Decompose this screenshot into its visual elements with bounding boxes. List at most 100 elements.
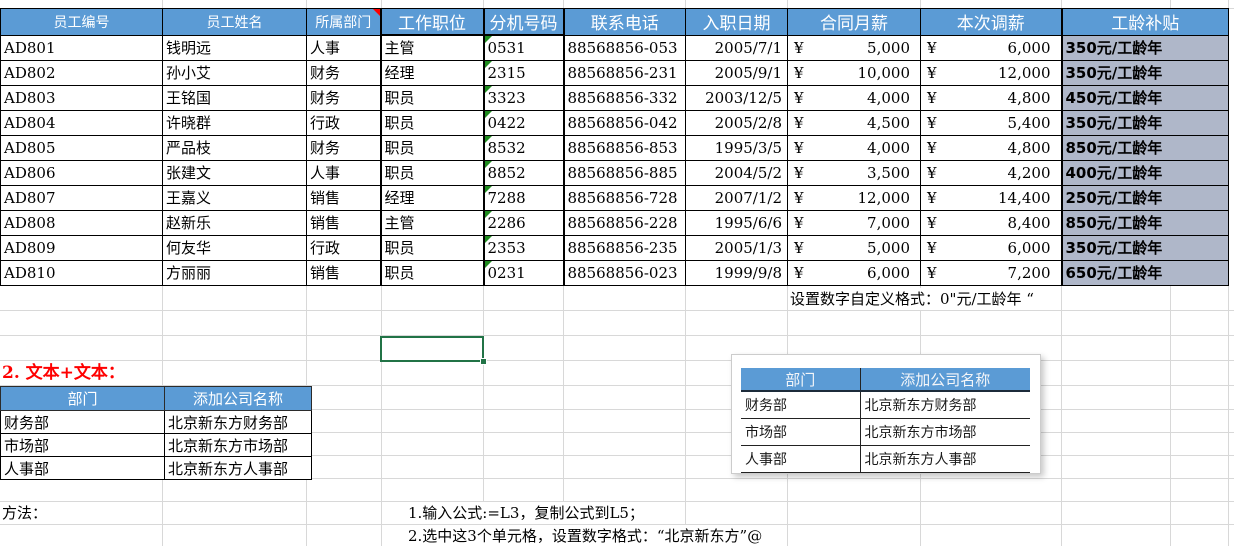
cell-employee-id[interactable]: AD801 — [0, 34, 163, 61]
cell-employee-name[interactable]: 方丽丽 — [162, 259, 307, 286]
cell-department[interactable]: 行政 — [306, 234, 381, 261]
cell-department[interactable]: 销售 — [306, 184, 381, 211]
cell-department[interactable]: 财务部 — [0, 410, 165, 434]
col-header-allowance[interactable]: 工龄补贴 — [1060, 8, 1229, 36]
col-header[interactable]: 部门 — [741, 368, 860, 392]
cell-department[interactable]: 财务 — [306, 59, 381, 86]
cell-employee-id[interactable]: AD804 — [0, 109, 163, 136]
cell-employee-name[interactable]: 钱明远 — [162, 34, 307, 61]
cell-contract-salary[interactable]: ¥5,000 — [787, 234, 921, 261]
cell-company-name[interactable]: 北京新东方市场部 — [164, 433, 312, 457]
cell-adjusted-salary[interactable]: ¥14,400 — [920, 184, 1062, 211]
cell-department[interactable]: 财务部 — [741, 391, 860, 419]
cell-adjusted-salary[interactable]: ¥12,000 — [920, 59, 1062, 86]
cell-hire-date[interactable]: 1995/3/5 — [685, 134, 788, 161]
col-header-ext[interactable]: 分机号码 — [482, 8, 564, 36]
cell-employee-id[interactable]: AD803 — [0, 84, 163, 111]
col-header[interactable]: 添加公司名称 — [164, 386, 312, 411]
cell-extension[interactable]: 2286 — [482, 209, 564, 236]
cell-employee-id[interactable]: AD806 — [0, 159, 163, 186]
cell-company-name[interactable]: 北京新东方市场部 — [859, 418, 1030, 446]
cell-seniority-allowance[interactable]: 850元/工龄年 — [1060, 134, 1229, 161]
fill-handle[interactable] — [480, 358, 487, 365]
cell-employee-name[interactable]: 许晓群 — [162, 109, 307, 136]
cell-contract-salary[interactable]: ¥4,000 — [787, 84, 921, 111]
cell-extension[interactable]: 2315 — [482, 59, 564, 86]
cell-contract-salary[interactable]: ¥4,000 — [787, 134, 921, 161]
cell-adjusted-salary[interactable]: ¥4,800 — [920, 84, 1062, 111]
format-note-cell[interactable]: 设置数字自定义格式：0"元/工龄年 “ — [790, 288, 1039, 310]
cell-extension[interactable]: 0231 — [482, 259, 564, 286]
cell-extension[interactable]: 2353 — [482, 234, 564, 261]
cell-adjusted-salary[interactable]: ¥5,400 — [920, 109, 1062, 136]
section2-heading[interactable]: 2. 文本+文本： — [2, 361, 130, 385]
cell-phone[interactable]: 88568856-885 — [562, 159, 686, 186]
cell-seniority-allowance[interactable]: 350元/工龄年 — [1060, 109, 1229, 136]
cell-phone[interactable]: 88568856-332 — [562, 84, 686, 111]
cell-seniority-allowance[interactable]: 350元/工龄年 — [1060, 59, 1229, 86]
col-header-dept[interactable]: 所属部门 — [306, 8, 381, 36]
selected-cell[interactable] — [380, 336, 487, 365]
cell-adjusted-salary[interactable]: ¥6,000 — [920, 234, 1062, 261]
cell-seniority-allowance[interactable]: 350元/工龄年 — [1060, 34, 1229, 61]
cell-position[interactable]: 职员 — [379, 109, 484, 136]
cell-employee-name[interactable]: 孙小艾 — [162, 59, 307, 86]
cell-phone[interactable]: 88568856-235 — [562, 234, 686, 261]
cell-employee-id[interactable]: AD808 — [0, 209, 163, 236]
cell-company-name[interactable]: 北京新东方人事部 — [164, 456, 312, 480]
cell-hire-date[interactable]: 1999/9/8 — [685, 259, 788, 286]
cell-company-name[interactable]: 北京新东方财务部 — [164, 410, 312, 434]
cell-phone[interactable]: 88568856-053 — [562, 34, 686, 61]
cell-phone[interactable]: 88568856-231 — [562, 59, 686, 86]
cell-hire-date[interactable]: 2005/9/1 — [685, 59, 788, 86]
cell-employee-name[interactable]: 张建文 — [162, 159, 307, 186]
cell-contract-salary[interactable]: ¥6,000 — [787, 259, 921, 286]
cell-hire-date[interactable]: 2007/1/2 — [685, 184, 788, 211]
col-header-position[interactable]: 工作职位 — [379, 8, 484, 36]
cell-department[interactable]: 财务 — [306, 134, 381, 161]
cell-position[interactable]: 职员 — [379, 159, 484, 186]
cell-hire-date[interactable]: 2004/5/2 — [685, 159, 788, 186]
cell-phone[interactable]: 88568856-728 — [562, 184, 686, 211]
col-header[interactable]: 添加公司名称 — [859, 368, 1030, 392]
cell-seniority-allowance[interactable]: 850元/工龄年 — [1060, 209, 1229, 236]
cell-department[interactable]: 销售 — [306, 209, 381, 236]
cell-department[interactable]: 财务 — [306, 84, 381, 111]
cell-employee-name[interactable]: 严品枝 — [162, 134, 307, 161]
cell-employee-name[interactable]: 赵新乐 — [162, 209, 307, 236]
col-header-id[interactable]: 员工编号 — [0, 8, 163, 36]
cell-seniority-allowance[interactable]: 350元/工龄年 — [1060, 234, 1229, 261]
cell-seniority-allowance[interactable]: 400元/工龄年 — [1060, 159, 1229, 186]
cell-employee-name[interactable]: 王铭国 — [162, 84, 307, 111]
cell-department[interactable]: 行政 — [306, 109, 381, 136]
method-step1-cell[interactable]: 1.输入公式:=L3，复制公式到L5； — [408, 502, 649, 524]
cell-contract-salary[interactable]: ¥3,500 — [787, 159, 921, 186]
cell-position[interactable]: 职员 — [379, 259, 484, 286]
cell-contract-salary[interactable]: ¥12,000 — [787, 184, 921, 211]
cell-contract-salary[interactable]: ¥10,000 — [787, 59, 921, 86]
col-header-name[interactable]: 员工姓名 — [162, 8, 307, 36]
cell-employee-name[interactable]: 何友华 — [162, 234, 307, 261]
cell-extension[interactable]: 8852 — [482, 159, 564, 186]
cell-adjusted-salary[interactable]: ¥8,400 — [920, 209, 1062, 236]
cell-company-name[interactable]: 北京新东方财务部 — [859, 391, 1030, 419]
pasted-table-image[interactable]: 部门 添加公司名称 财务部 北京新东方财务部 市场部 北京新东方市场部 人事部 北京新东方人… — [731, 354, 1041, 474]
col-header-hire_date[interactable]: 入职日期 — [685, 8, 788, 36]
cell-department[interactable]: 市场部 — [0, 433, 165, 457]
col-header-phone[interactable]: 联系电话 — [562, 8, 686, 36]
cell-seniority-allowance[interactable]: 250元/工龄年 — [1060, 184, 1229, 211]
col-header[interactable]: 部门 — [0, 386, 165, 411]
cell-hire-date[interactable]: 2003/12/5 — [685, 84, 788, 111]
cell-employee-name[interactable]: 王嘉义 — [162, 184, 307, 211]
cell-hire-date[interactable]: 2005/7/1 — [685, 34, 788, 61]
cell-adjusted-salary[interactable]: ¥4,200 — [920, 159, 1062, 186]
cell-employee-id[interactable]: AD807 — [0, 184, 163, 211]
cell-hire-date[interactable]: 2005/2/8 — [685, 109, 788, 136]
cell-position[interactable]: 主管 — [379, 209, 484, 236]
cell-phone[interactable]: 88568856-228 — [562, 209, 686, 236]
cell-adjusted-salary[interactable]: ¥4,800 — [920, 134, 1062, 161]
cell-department[interactable]: 销售 — [306, 259, 381, 286]
cell-employee-id[interactable]: AD810 — [0, 259, 163, 286]
cell-employee-id[interactable]: AD802 — [0, 59, 163, 86]
cell-contract-salary[interactable]: ¥5,000 — [787, 34, 921, 61]
